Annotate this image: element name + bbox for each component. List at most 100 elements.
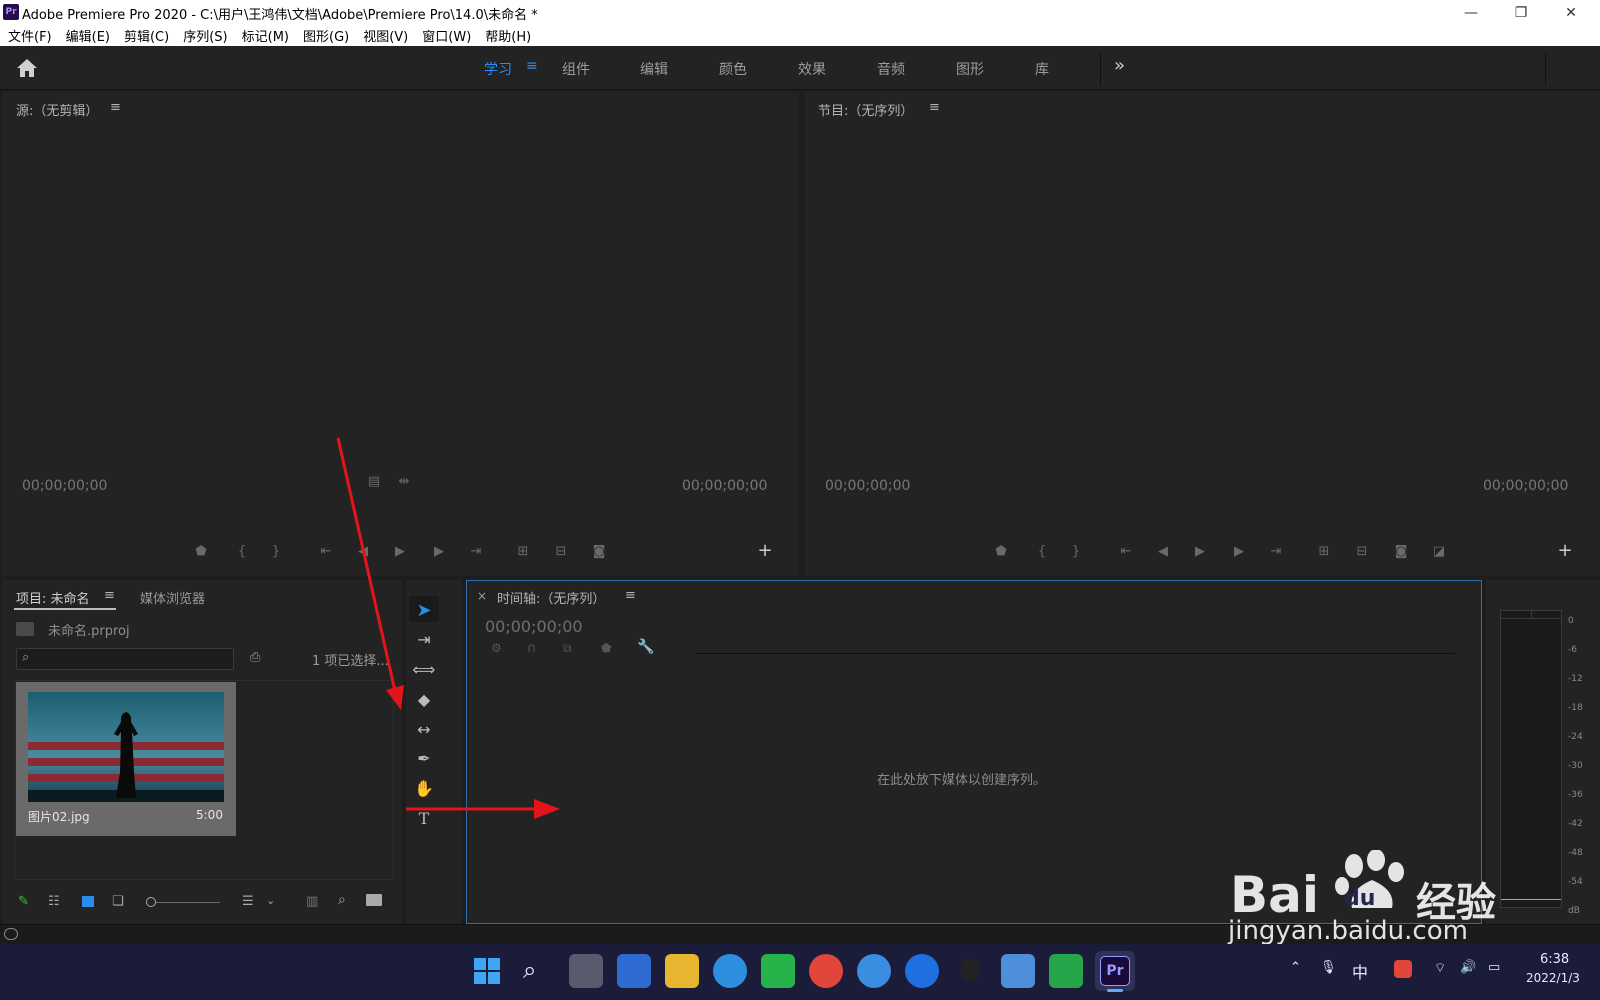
home-icon[interactable] — [16, 58, 38, 78]
monitor-app-icon[interactable] — [1049, 954, 1083, 988]
windows-start-icon[interactable] — [474, 958, 500, 984]
task-view-icon[interactable] — [569, 954, 603, 988]
workspace-tab-graphics[interactable]: 图形 — [956, 59, 984, 79]
step-forward-icon[interactable]: ▶ — [428, 544, 450, 559]
new-search-bin-icon[interactable]: ⎙ — [250, 650, 268, 666]
drag-video-only-icon[interactable]: ▤ — [363, 474, 385, 489]
track-select-tool-icon[interactable]: ⇥ — [409, 627, 439, 653]
program-play-icon[interactable]: ▶ — [1189, 544, 1211, 559]
menu-sequence[interactable]: 序列(S) — [183, 26, 227, 45]
workspace-menu-icon[interactable]: ≡ — [526, 58, 538, 74]
program-mark-out-icon[interactable]: } — [1065, 544, 1087, 559]
program-export-frame-icon[interactable]: ◙ — [1390, 544, 1412, 559]
freeform-view-icon[interactable]: ❏ — [112, 894, 124, 909]
timeline-settings-wrench-icon[interactable]: 🔧 — [637, 639, 654, 655]
new-bin-folder-icon[interactable] — [366, 894, 382, 906]
widgets-icon[interactable] — [617, 954, 651, 988]
battery-icon[interactable]: ▭ — [1488, 960, 1500, 975]
chrome-icon[interactable] — [809, 954, 843, 988]
program-step-back-icon[interactable]: ◀ — [1152, 544, 1174, 559]
wechat-icon[interactable] — [761, 954, 795, 988]
clock-date[interactable]: 2022/1/3 — [1526, 971, 1580, 985]
program-go-to-out-icon[interactable]: ⇥ — [1265, 544, 1287, 559]
menu-file[interactable]: 文件(F) — [8, 26, 52, 45]
menu-graphics[interactable]: 图形(G) — [303, 26, 349, 45]
timeline-menu-icon[interactable]: ≡ — [625, 588, 636, 603]
menu-clip[interactable]: 剪辑(C) — [124, 26, 169, 45]
write-pencil-icon[interactable]: ✎ — [18, 894, 29, 909]
linked-selection-icon[interactable]: ⧉ — [563, 641, 572, 656]
sort-chevron-down-icon[interactable]: ⌄ — [266, 894, 275, 907]
icon-view-icon[interactable] — [82, 896, 94, 907]
media-browser-tab[interactable]: 媒体浏览器 — [140, 588, 205, 607]
mark-in-icon[interactable]: { — [231, 544, 253, 559]
volume-icon[interactable]: 🔊 — [1460, 960, 1476, 975]
list-view-icon[interactable]: ☷ — [48, 894, 60, 909]
workspace-tab-effects[interactable]: 效果 — [798, 59, 826, 79]
menu-markers[interactable]: 标记(M) — [242, 26, 289, 45]
timeline-add-marker-icon[interactable]: ⬟ — [601, 641, 611, 655]
source-timecode-current[interactable]: 00;00;00;00 — [22, 478, 107, 494]
menu-edit[interactable]: 编辑(E) — [66, 26, 110, 45]
wifi-icon[interactable]: ⌔ — [1434, 960, 1446, 976]
program-add-marker-icon[interactable]: ⬟ — [990, 544, 1012, 559]
export-frame-icon[interactable]: ◙ — [588, 544, 610, 559]
workspace-tab-audio[interactable]: 音频 — [877, 59, 905, 79]
hand-tool-icon[interactable]: ✋ — [409, 776, 439, 802]
workspace-tab-libraries[interactable]: 库 — [1035, 59, 1049, 79]
find-icon[interactable]: ⌕ — [338, 892, 346, 908]
sort-icon[interactable]: ☰ — [242, 894, 254, 909]
timeline-timecode[interactable]: 00;00;00;00 — [485, 617, 583, 636]
timeline-title[interactable]: 时间轴:（无序列） — [497, 588, 605, 607]
selection-tool-icon[interactable]: ➤ — [409, 598, 439, 624]
minimize-button[interactable]: — — [1448, 2, 1494, 24]
workspace-tab-assembly[interactable]: 组件 — [562, 59, 590, 79]
go-to-in-icon[interactable]: ⇤ — [315, 544, 337, 559]
type-tool-icon[interactable]: T — [409, 806, 439, 832]
zoom-slider-track[interactable] — [156, 902, 220, 903]
workspace-overflow-icon[interactable]: » — [1114, 55, 1125, 76]
pen-tool-icon[interactable]: ✒ — [409, 746, 439, 772]
ime-indicator[interactable]: 中 — [1352, 959, 1368, 983]
sogou-ime-icon[interactable] — [1394, 960, 1412, 978]
ripple-edit-tool-icon[interactable]: ⟺ — [409, 657, 439, 683]
automate-to-sequence-icon[interactable]: ▥ — [306, 894, 318, 909]
program-add-button-icon[interactable]: + — [1554, 540, 1576, 561]
extract-icon[interactable]: ⊟ — [1351, 544, 1373, 559]
drag-audio-only-icon[interactable]: ⇹ — [393, 474, 415, 489]
qq-browser-icon[interactable] — [905, 954, 939, 988]
microphone-icon[interactable]: 🎙 — [1320, 960, 1337, 975]
menu-help[interactable]: 帮助(H) — [485, 26, 531, 45]
slip-tool-icon[interactable]: ↔ — [409, 717, 439, 743]
nest-toggle-icon[interactable]: ⚙ — [491, 641, 502, 655]
program-timecode-current[interactable]: 00;00;00;00 — [825, 478, 910, 494]
close-button[interactable]: ✕ — [1548, 2, 1594, 24]
clip-thumbnail-card[interactable]: 图片02.jpg 5:00 — [16, 682, 236, 836]
snap-magnet-icon[interactable]: ∩ — [527, 641, 537, 656]
program-go-to-in-icon[interactable]: ⇤ — [1115, 544, 1137, 559]
menu-window[interactable]: 窗口(W) — [422, 26, 471, 45]
file-explorer-icon[interactable] — [665, 954, 699, 988]
notepad-icon[interactable] — [1001, 954, 1035, 988]
source-monitor-title[interactable]: 源:（无剪辑） — [16, 100, 98, 119]
play-icon[interactable]: ▶ — [389, 544, 411, 559]
workspace-tab-editing[interactable]: 编辑 — [640, 59, 668, 79]
qq-penguin-icon[interactable] — [953, 954, 987, 988]
zoom-slider-handle[interactable] — [146, 897, 156, 907]
program-monitor-title[interactable]: 节目:（无序列） — [818, 100, 913, 119]
workspace-tab-color[interactable]: 颜色 — [719, 59, 747, 79]
mark-out-icon[interactable]: } — [265, 544, 287, 559]
razor-tool-icon[interactable]: ◆ — [409, 687, 439, 713]
source-monitor-menu-icon[interactable]: ≡ — [110, 100, 121, 115]
workspace-tab-learn[interactable]: 学习 — [484, 59, 512, 79]
overwrite-icon[interactable]: ⊟ — [550, 544, 572, 559]
taskbar-search-icon[interactable]: ⌕ — [523, 956, 536, 984]
maximize-button[interactable]: ❐ — [1498, 2, 1544, 24]
timeline-close-icon[interactable]: × — [477, 589, 487, 603]
source-add-button-icon[interactable]: + — [754, 540, 776, 561]
program-monitor-menu-icon[interactable]: ≡ — [929, 100, 940, 115]
project-search-input[interactable]: ⌕ — [16, 648, 234, 670]
add-marker-icon[interactable]: ⬟ — [190, 544, 212, 559]
creative-cloud-icon[interactable] — [4, 928, 18, 940]
comparison-view-icon[interactable]: ◪ — [1428, 544, 1450, 559]
